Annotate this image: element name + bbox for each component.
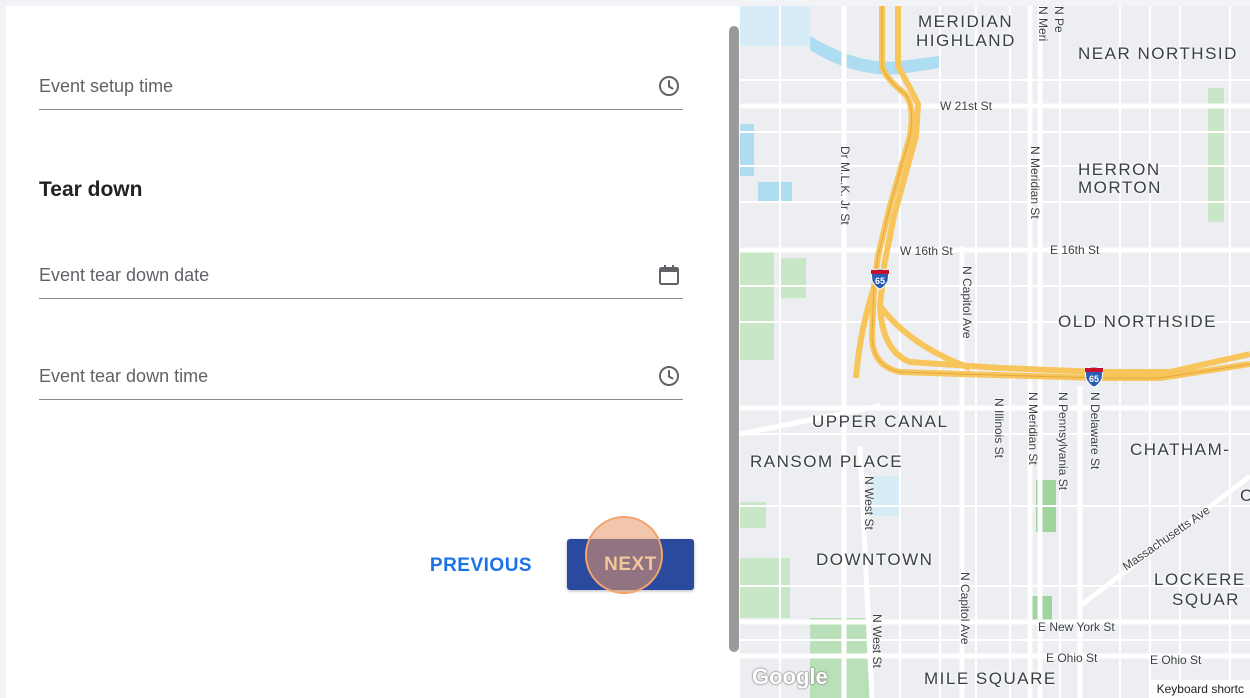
event-form-panel: Event setup time Tear down Event tear do…	[6, 6, 740, 698]
map-street-label: E New York St	[1038, 620, 1115, 634]
event-tear-down-time-field[interactable]: Event tear down time	[39, 356, 683, 400]
map-area-label: MORTON	[1078, 178, 1162, 197]
map-street-label: E Ohio St	[1046, 651, 1098, 665]
event-tear-down-time-label: Event tear down time	[39, 366, 209, 386]
map-street-label: N Capitol Ave	[958, 572, 972, 645]
map-area-label: HIGHLAND	[916, 31, 1016, 50]
map-street-label: N Pe	[1052, 6, 1066, 33]
map-street-label: N Meridian St	[1026, 392, 1040, 465]
map-area-label: RANSOM PLACE	[750, 452, 904, 471]
map-street-label: W 21st St	[940, 99, 993, 113]
map-area-label: DOWNTOWN	[816, 550, 934, 569]
map-area-label: NEAR NORTHSID	[1078, 44, 1238, 63]
event-tear-down-date-field[interactable]: Event tear down date	[39, 255, 683, 299]
event-tear-down-date-label: Event tear down date	[39, 265, 210, 285]
scrollbar-thumb[interactable]	[729, 26, 739, 652]
svg-text:65: 65	[1089, 374, 1099, 384]
map-street-label: N West St	[870, 614, 884, 668]
map-street-label: E Ohio St	[1150, 653, 1202, 667]
map-area-label: HERRON	[1078, 160, 1161, 179]
event-setup-time-field[interactable]: Event setup time	[39, 66, 683, 110]
map-view[interactable]: 65 65 MERIDIAN HIGHLAND NEAR NORTHSID HE…	[740, 6, 1250, 698]
keyboard-shortcuts-link[interactable]: Keyboard shortc	[1150, 680, 1250, 698]
map-street-label: E 16th St	[1050, 243, 1100, 257]
event-setup-time-label: Event setup time	[39, 76, 174, 96]
map-street-label: N Capitol Ave	[960, 266, 974, 339]
map-area-label: UPPER CANAL	[812, 412, 949, 431]
map-street-label: Dr M.L.K. Jr St	[838, 146, 852, 225]
map-street-label: N Meridian St	[1028, 146, 1042, 219]
map-area-label: CHATHAM-	[1130, 440, 1231, 459]
calendar-icon[interactable]	[657, 263, 681, 287]
map-area-label: LOCKERE	[1154, 570, 1246, 589]
map-area-label: SQUAR	[1172, 590, 1240, 609]
map-street-label: W 16th St	[900, 244, 953, 258]
map-street-label: N West St	[862, 476, 876, 530]
map-street-label: N Meri	[1036, 6, 1050, 42]
map-area-label: C	[1240, 486, 1250, 505]
map-street-label: N Pennsylvania St	[1056, 392, 1070, 491]
clock-icon[interactable]	[657, 74, 681, 98]
map-area-label: OLD NORTHSIDE	[1058, 312, 1217, 331]
tear-down-heading: Tear down	[39, 178, 143, 201]
map-area-label: MERIDIAN	[918, 12, 1014, 31]
clock-icon[interactable]	[657, 364, 681, 388]
previous-button[interactable]: PREVIOUS	[426, 546, 536, 586]
interstate-shield-icon: 65	[870, 268, 890, 290]
map-street-label: N Illinois St	[992, 398, 1006, 459]
interstate-shield-icon: 65	[1084, 366, 1104, 388]
next-button[interactable]: NEXT	[567, 516, 694, 594]
map-street-label: N Delaware St	[1088, 392, 1102, 470]
svg-text:65: 65	[875, 276, 885, 286]
next-button-label: NEXT	[604, 554, 657, 575]
google-logo: Google	[752, 664, 828, 689]
map-area-label: MILE SQUARE	[924, 669, 1057, 688]
